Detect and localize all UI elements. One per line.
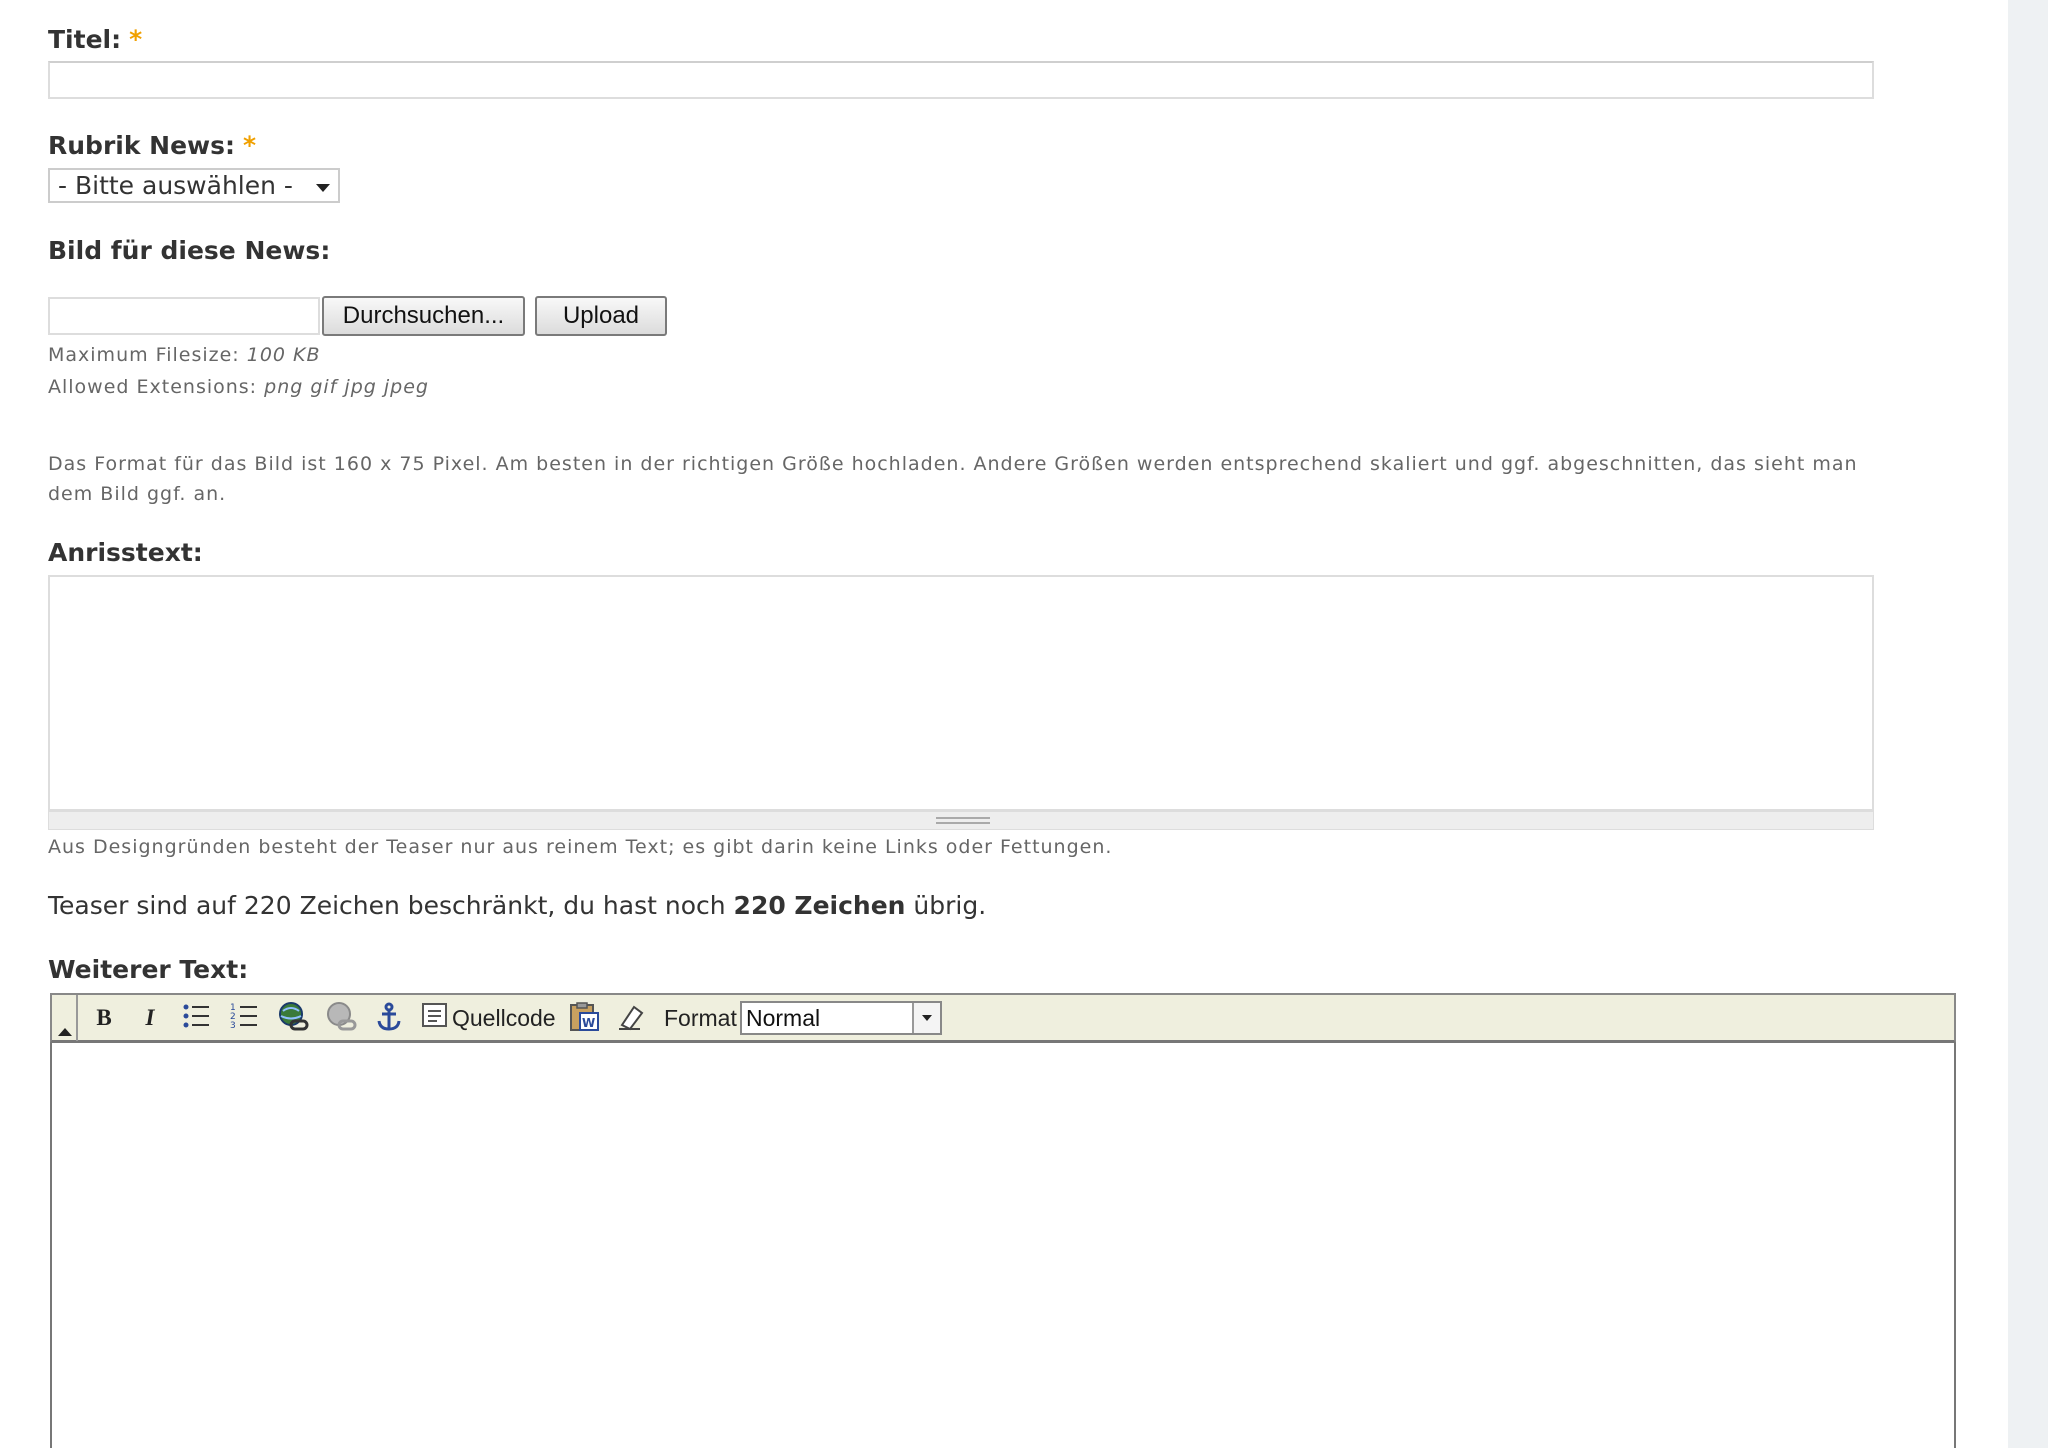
- category-select-value: - Bitte auswählen -: [58, 171, 293, 200]
- dropdown-arrow-icon: [912, 1003, 940, 1033]
- max-filesize-hint: Maximum Filesize: 100 KB: [48, 344, 321, 366]
- teaser-textarea[interactable]: [48, 575, 1874, 811]
- required-marker: *: [243, 131, 257, 160]
- allowed-extensions-hint: Allowed Extensions: png gif jpg jpeg: [48, 376, 429, 398]
- page: Titel: * Rubrik News: * - Bitte auswählen …: [0, 0, 2008, 1448]
- remove-format-icon[interactable]: [614, 1001, 648, 1035]
- svg-text:3: 3: [230, 1021, 236, 1031]
- page-side-background: [2008, 0, 2048, 1448]
- editor-toolbar: B I 1 2 3 Quellcode W Format Normal: [50, 993, 1956, 1043]
- required-marker: *: [129, 25, 143, 54]
- rich-text-editor-body[interactable]: [50, 1043, 1956, 1448]
- image-format-hint-line1: Das Format für das Bild ist 160 x 75 Pix…: [48, 453, 1858, 475]
- collapse-arrow-icon: [58, 1028, 72, 1036]
- resize-grip-icon: [936, 817, 990, 824]
- title-label: Titel: *: [48, 25, 142, 54]
- format-select-value: Normal: [746, 1005, 821, 1031]
- source-icon[interactable]: [420, 1001, 450, 1035]
- remove-link-icon[interactable]: [324, 1001, 358, 1035]
- anchor-icon[interactable]: [372, 1001, 406, 1035]
- more-text-label: Weiterer Text:: [48, 955, 249, 984]
- teaser-counter-value: 220 Zeichen: [733, 891, 906, 920]
- teaser-hint: Aus Designgründen besteht der Teaser nur…: [48, 836, 1113, 858]
- category-label: Rubrik News: *: [48, 131, 256, 160]
- max-filesize-value: 100 KB: [246, 344, 321, 366]
- numbered-list-icon[interactable]: 1 2 3: [228, 1001, 262, 1035]
- insert-link-icon[interactable]: [276, 1001, 310, 1035]
- bold-icon[interactable]: B: [90, 1001, 118, 1035]
- bulleted-list-icon[interactable]: [180, 1001, 214, 1035]
- teaser-counter-prefix: Teaser sind auf 220 Zeichen beschränkt, …: [48, 891, 726, 920]
- teaser-counter: Teaser sind auf 220 Zeichen beschränkt, …: [48, 891, 986, 920]
- paste-from-word-icon[interactable]: W: [566, 1001, 602, 1035]
- image-format-hint-line2: dem Bild ggf. an.: [48, 483, 227, 505]
- title-label-text: Titel:: [48, 25, 122, 54]
- category-label-text: Rubrik News:: [48, 131, 236, 160]
- category-select[interactable]: - Bitte auswählen -: [48, 168, 340, 203]
- allowed-extensions-value: png gif jpg jpeg: [264, 376, 429, 398]
- format-select[interactable]: Normal: [740, 1001, 942, 1035]
- title-input[interactable]: [48, 61, 1874, 99]
- file-path-input[interactable]: [48, 297, 320, 335]
- max-filesize-label: Maximum Filesize:: [48, 344, 240, 366]
- upload-button[interactable]: Upload: [535, 296, 667, 336]
- image-label: Bild für diese News:: [48, 236, 331, 265]
- teaser-label: Anrisstext:: [48, 538, 203, 567]
- textarea-resize-handle[interactable]: [48, 811, 1874, 830]
- source-button[interactable]: Quellcode: [452, 1001, 556, 1035]
- browse-button[interactable]: Durchsuchen...: [322, 296, 525, 336]
- format-label: Format: [664, 1005, 737, 1031]
- italic-icon[interactable]: I: [136, 1001, 164, 1035]
- collapse-toolbar-icon[interactable]: [52, 995, 78, 1041]
- svg-text:W: W: [582, 1016, 595, 1030]
- chevron-down-icon: [316, 184, 330, 192]
- teaser-counter-suffix: übrig.: [913, 891, 987, 920]
- allowed-extensions-label: Allowed Extensions:: [48, 376, 258, 398]
